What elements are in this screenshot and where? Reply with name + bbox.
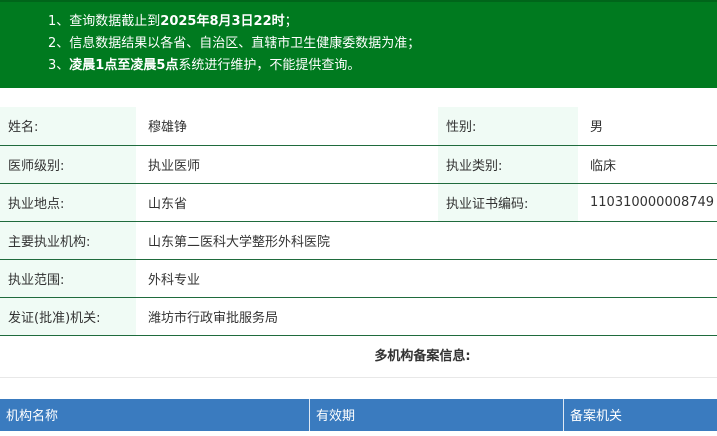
info-row: 主要执业机构: 山东第二医科大学整形外科医院	[0, 221, 717, 260]
info-row: 姓名: 穆雄铮 性别: 男	[0, 107, 717, 146]
physician-info-table: 姓名: 穆雄铮 性别: 男 医师级别: 执业医师 执业类别: 临床 执业地点: …	[0, 107, 717, 336]
scope-label: 执业范围:	[0, 259, 136, 298]
category-label: 执业类别:	[438, 145, 578, 184]
notice-banner: 1、查询数据截止到2025年8月3日22时； 2、信息数据结果以各省、自治区、直…	[0, 0, 717, 88]
gender-label: 性别:	[438, 107, 578, 146]
column-header-org-name: 机构名称	[0, 398, 310, 431]
level-label: 医师级别:	[0, 145, 136, 184]
info-row: 医师级别: 执业医师 执业类别: 临床	[0, 145, 717, 184]
location-label: 执业地点:	[0, 183, 136, 222]
category-value: 临床	[578, 145, 717, 184]
gender-value: 男	[578, 107, 717, 146]
org-value: 山东第二医科大学整形外科医院	[136, 221, 717, 260]
authority-value: 潍坊市行政审批服务局	[136, 297, 717, 336]
name-label: 姓名:	[0, 107, 136, 146]
cutoff-time: 2025年8月3日22时	[160, 14, 285, 29]
level-value: 执业医师	[136, 145, 438, 184]
multi-institution-table-header: 机构名称 有效期 备案机关	[0, 398, 717, 431]
multi-institution-title: 多机构备案信息:	[0, 336, 717, 378]
notice-line-1: 1、查询数据截止到2025年8月3日22时；	[48, 14, 298, 29]
column-header-authority: 备案机关	[570, 408, 623, 424]
org-label: 主要执业机构:	[0, 221, 136, 260]
notice-line-2: 2、信息数据结果以各省、自治区、直辖市卫生健康委数据为准；	[48, 36, 421, 51]
info-row: 执业范围: 外科专业	[0, 259, 717, 298]
scope-value: 外科专业	[136, 259, 717, 298]
info-row: 发证(批准)机关: 潍坊市行政审批服务局	[0, 297, 717, 336]
name-value: 穆雄铮	[136, 107, 438, 146]
cert-label: 执业证书编码:	[438, 183, 578, 222]
info-row: 执业地点: 山东省 执业证书编码: 110310000008749	[0, 183, 717, 222]
authority-label: 发证(批准)机关:	[0, 297, 136, 336]
maintenance-window: 凌晨1点至凌晨5点	[69, 58, 179, 73]
cert-value: 110310000008749	[578, 183, 717, 222]
notice-line-3: 3、凌晨1点至凌晨5点系统进行维护，不能提供查询。	[48, 58, 361, 73]
location-value: 山东省	[136, 183, 438, 222]
column-header-validity: 有效期	[310, 398, 564, 431]
